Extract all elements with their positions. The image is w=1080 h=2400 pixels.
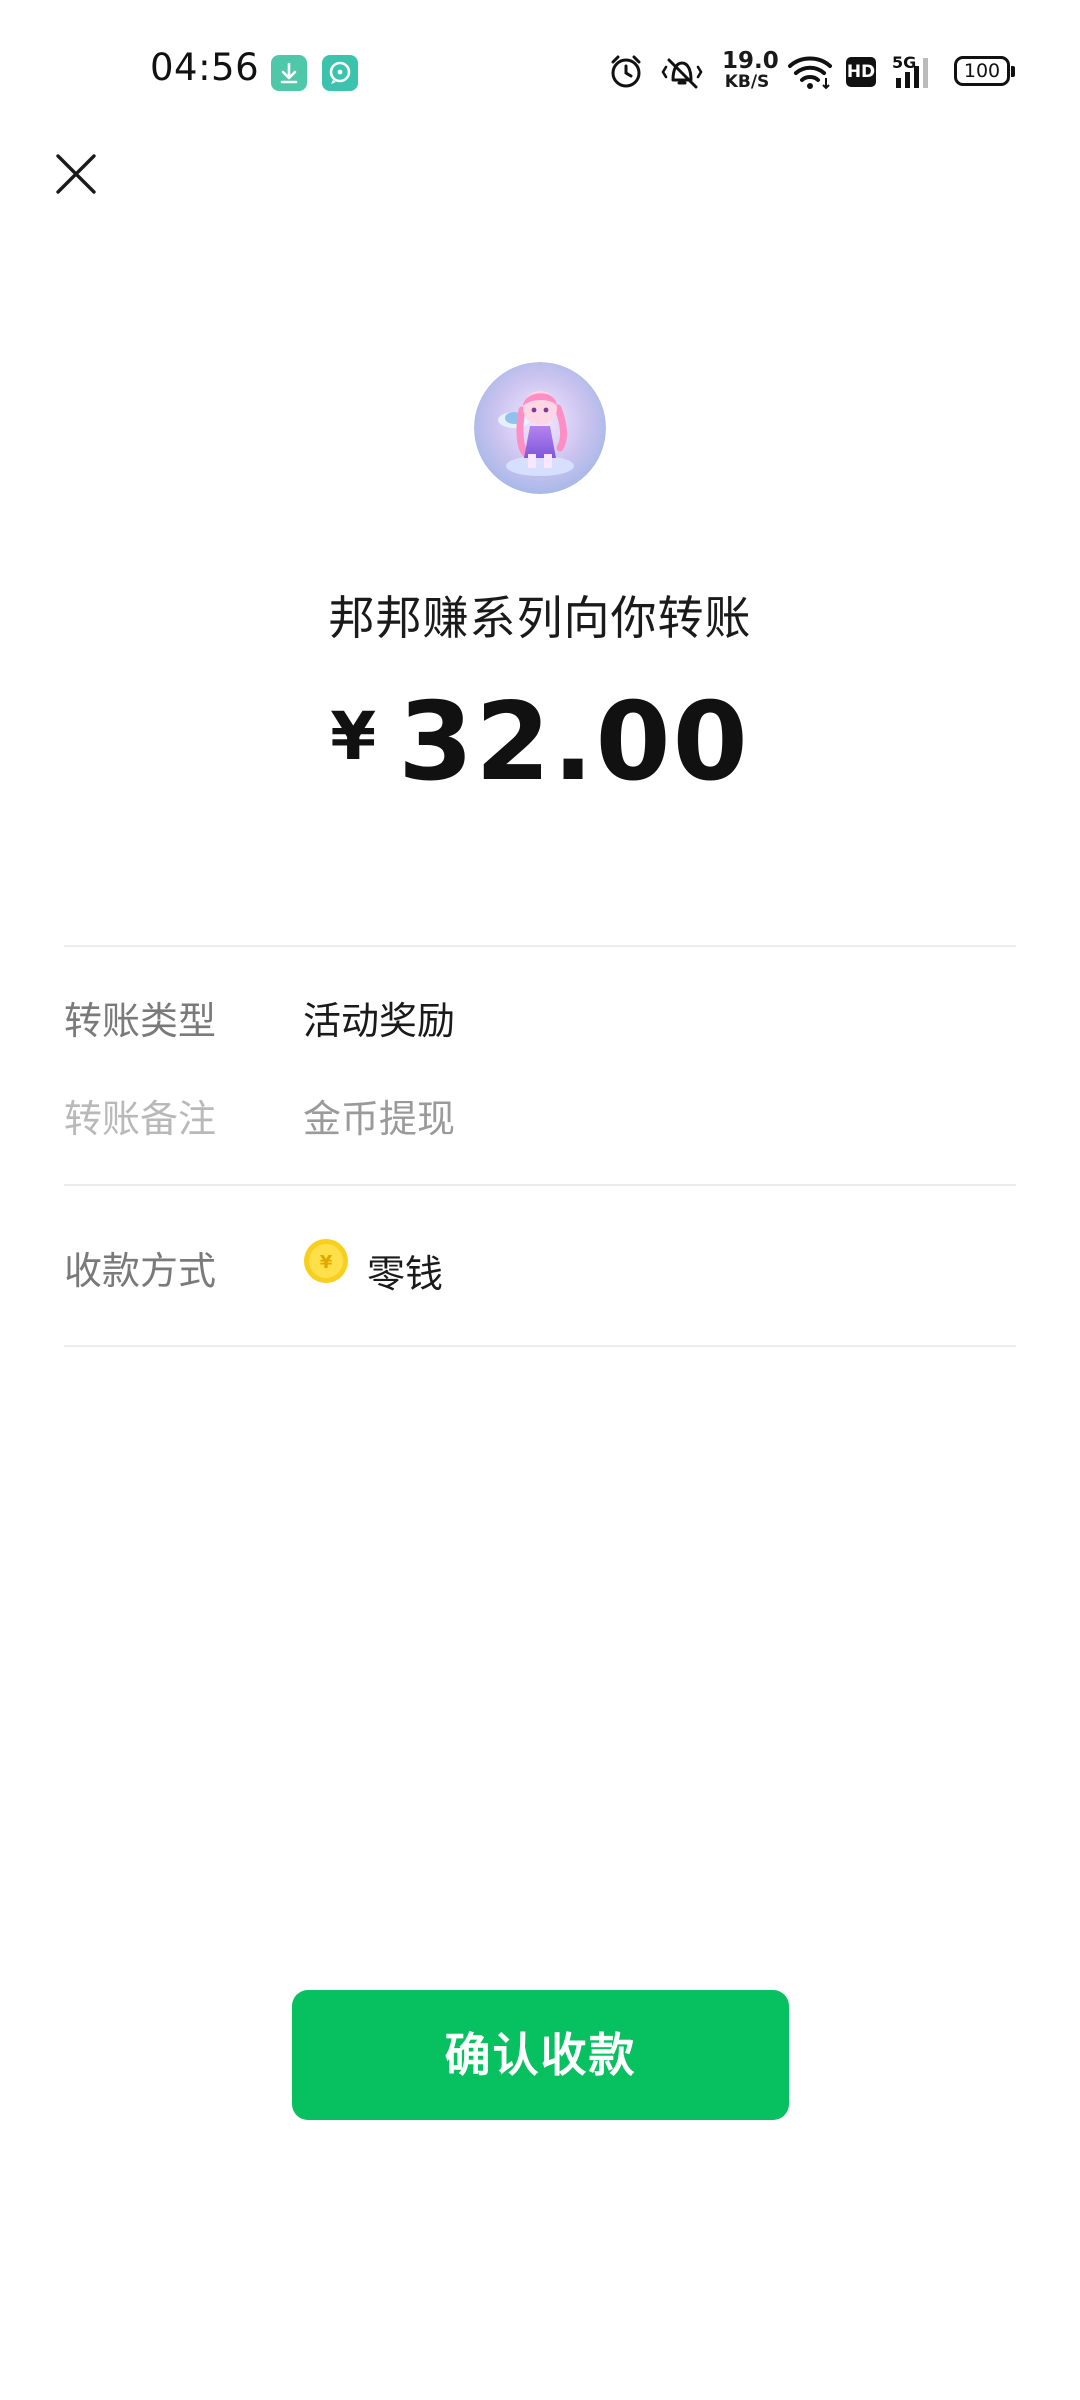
battery-indicator: 100 bbox=[954, 56, 1015, 86]
status-bar: 04:56 19.0 KB/S HD 5G 100 bbox=[0, 0, 1080, 140]
amount-value: 32.00 bbox=[398, 680, 750, 805]
hd-badge: HD bbox=[846, 57, 876, 87]
transfer-note-value: 金币提现 bbox=[303, 1097, 456, 1141]
transfer-title: 邦邦赚系列向你转账 bbox=[328, 591, 752, 645]
currency-symbol: ¥ bbox=[330, 698, 377, 775]
divider bbox=[64, 945, 1016, 947]
payment-method-value: 零钱 bbox=[367, 1252, 444, 1296]
status-time: 04:56 bbox=[150, 46, 260, 89]
payment-method-label: 收款方式 bbox=[64, 1249, 217, 1293]
divider bbox=[64, 1184, 1016, 1186]
close-icon bbox=[56, 154, 96, 194]
sender-avatar bbox=[474, 362, 606, 494]
vibrate-mute-icon bbox=[656, 48, 708, 96]
wifi-icon bbox=[786, 48, 834, 96]
transfer-receipt-page: 04:56 19.0 KB/S HD 5G 100 邦邦赚系列向你转账 ¥ 32… bbox=[0, 0, 1080, 2400]
transfer-note-label: 转账备注 bbox=[64, 1097, 217, 1141]
network-speed-value: 19.0 bbox=[722, 48, 779, 74]
signal-icon bbox=[890, 48, 938, 96]
download-app-icon bbox=[271, 55, 307, 91]
divider bbox=[64, 1345, 1016, 1347]
transfer-type-label: 转账类型 bbox=[64, 999, 217, 1043]
network-speed: 19.0 KB/S bbox=[722, 48, 779, 98]
close-button[interactable] bbox=[52, 150, 100, 198]
svg-text:¥: ¥ bbox=[320, 1252, 333, 1273]
transfer-amount: ¥32.00 bbox=[0, 680, 1080, 805]
transfer-type-value: 活动奖励 bbox=[303, 999, 456, 1043]
network-speed-unit: KB/S bbox=[724, 72, 770, 92]
alarm-icon bbox=[606, 48, 646, 96]
coin-icon: ¥ bbox=[303, 1238, 349, 1284]
chat-app-icon bbox=[322, 55, 358, 91]
confirm-receive-button[interactable]: 确认收款 bbox=[292, 1990, 789, 2120]
